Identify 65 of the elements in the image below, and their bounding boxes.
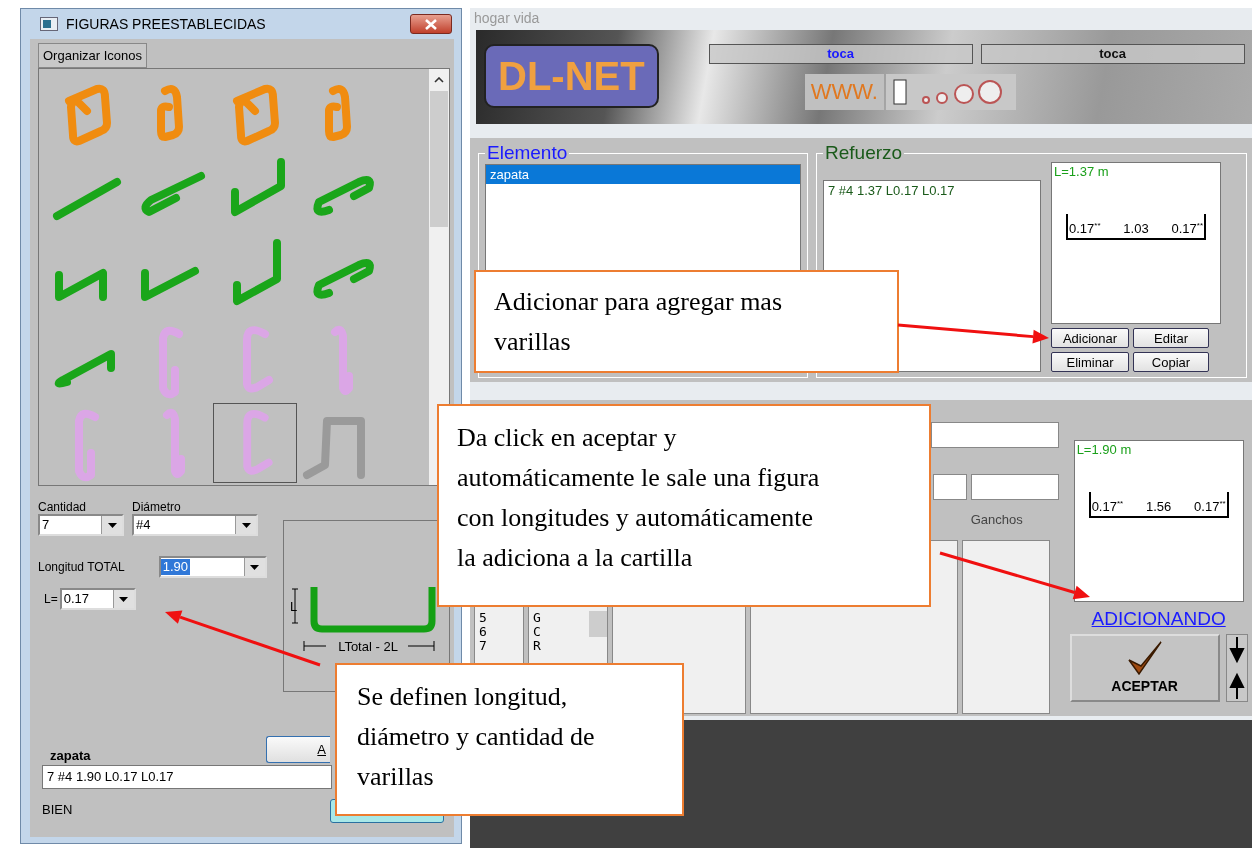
window-icon — [40, 17, 58, 31]
logo: DL-NET — [484, 44, 659, 108]
dimension-label: 0.17$^{**}$ — [1194, 498, 1226, 514]
tab[interactable]: Organizar Iconos — [38, 43, 147, 68]
group-title: Refuerzo — [824, 142, 904, 164]
length-label: L=1.90 m — [1075, 441, 1133, 458]
scrollbar-thumb[interactable] — [589, 611, 607, 637]
dimension-label: L — [290, 599, 298, 614]
mode-link[interactable]: ADICIONANDO — [1091, 608, 1226, 630]
column-label: Ganchos — [970, 512, 1024, 527]
dropdown[interactable]: #4 — [132, 514, 258, 536]
action-button[interactable]: Editar — [1133, 328, 1209, 348]
caret-icon — [107, 522, 117, 528]
annotation-text: Da click en aceptar y automáticamente le sale una figura con longitudes y automáticamente la adiciona a la cartilla — [457, 422, 821, 574]
result-field[interactable]: 7 #4 1.90 L0.17 L0.17 — [42, 765, 332, 789]
caret-icon — [119, 596, 129, 602]
annotation-text: Se definen longitud, diámetro y cantidad de varillas — [357, 681, 596, 793]
field-label: Longitud TOTAL — [38, 560, 125, 574]
group-title: Elemento — [486, 142, 569, 164]
dropdown[interactable]: 7 — [38, 514, 124, 536]
caret-icon — [241, 522, 251, 528]
annotation-text: Adicionar para agregar mas varillas — [494, 286, 784, 358]
text-field[interactable] — [930, 422, 1059, 448]
element-name: zapata — [49, 748, 92, 763]
scrollbar-thumb[interactable] — [430, 91, 448, 227]
dimension-label: 0.17$^{**}$ — [1171, 220, 1203, 236]
window-title: FIGURAS PREESTABLECIDAS — [66, 16, 267, 32]
dimension-label: LTotal - 2L — [338, 639, 398, 654]
field-label: Diámetro — [132, 500, 182, 514]
move-button[interactable] — [1225, 634, 1248, 702]
list-entry: R — [532, 639, 542, 653]
status-text: BIEN — [41, 800, 73, 817]
list-entry: C — [532, 625, 542, 639]
up-down-arrows-icon — [1228, 635, 1245, 701]
dimension-label: 0.17$^{**}$ — [1091, 498, 1124, 514]
scroll-up-icon — [434, 77, 444, 83]
field-label: Cantidad — [38, 500, 88, 514]
banner-field[interactable]: toca — [708, 44, 973, 64]
action-button[interactable]: Adicionar — [1051, 328, 1129, 348]
dropdown[interactable]: 0.17 — [59, 588, 136, 610]
dimension-mark — [291, 588, 299, 624]
dimension-label: 1.56 — [1146, 499, 1172, 514]
field-label: L= — [44, 592, 58, 606]
list-entry: 7 — [478, 639, 488, 653]
dimension-label: 0.17$^{**}$ — [1069, 220, 1101, 236]
close-icon — [425, 18, 437, 30]
caret-icon — [250, 564, 260, 570]
window-title: hogar vida — [473, 9, 541, 28]
dimension-label: 1.03 — [1123, 221, 1149, 236]
action-button[interactable]: Copiar — [1133, 352, 1209, 372]
accept-button[interactable]: ACEPTAR — [1069, 634, 1220, 702]
rebar-shape-icon[interactable] — [213, 403, 297, 483]
action-button[interactable]: Eliminar — [1051, 352, 1129, 372]
text-field[interactable] — [970, 474, 1059, 500]
list-entry: 6 — [478, 625, 488, 639]
list-item[interactable]: zapata — [486, 165, 800, 184]
length-label: L=1.37 m — [1053, 163, 1110, 180]
add-button[interactable]: A — [266, 736, 330, 763]
text-field[interactable] — [932, 474, 967, 500]
list-entry: 5 — [478, 611, 488, 625]
close-button[interactable] — [410, 14, 452, 34]
dropdown[interactable]: 1.90 — [158, 556, 267, 578]
list-entry: G — [532, 611, 542, 625]
banner-field[interactable]: toca — [980, 44, 1245, 64]
list-item[interactable]: 7 #4 1.37 L0.17 L0.17 — [824, 181, 1040, 200]
